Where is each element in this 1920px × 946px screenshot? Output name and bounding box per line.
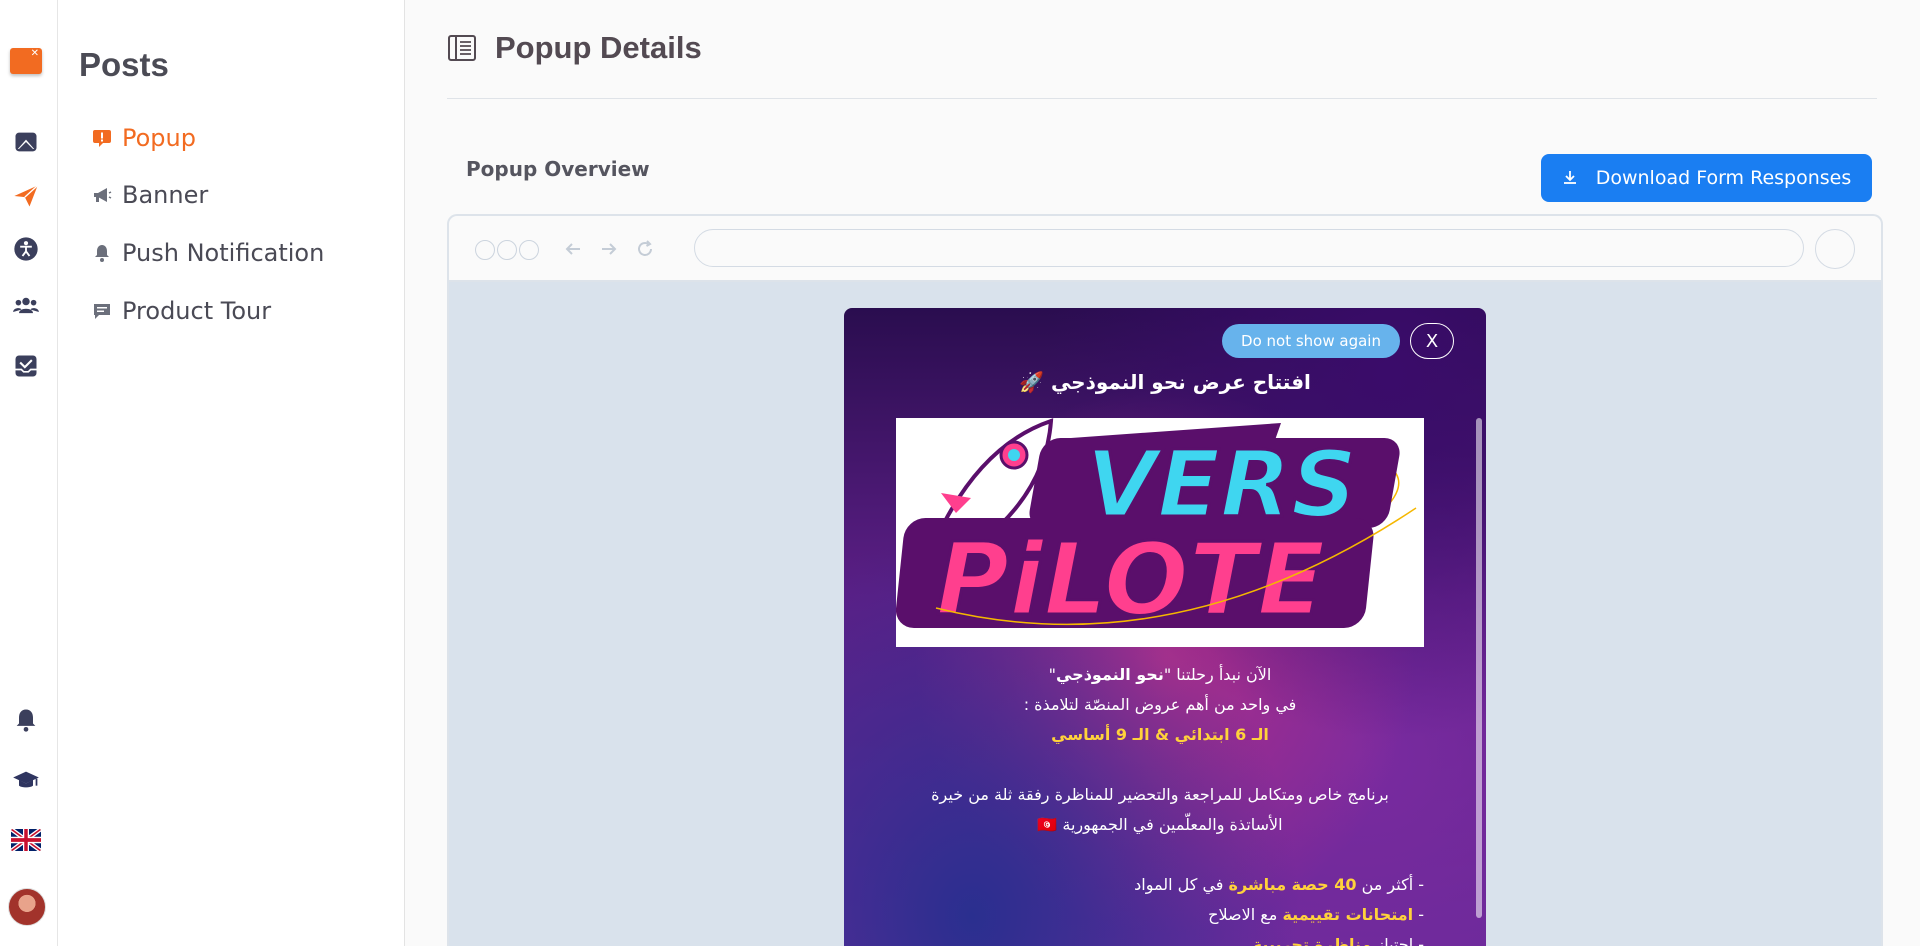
- chat-icon: [94, 304, 110, 319]
- popup-line-5: الأساتذة والمعلّمين في الجمهورية 🇹🇳: [1037, 815, 1283, 834]
- popup-line-4: برنامج خاص ومتكامل للمراجعة والتحضير للم…: [931, 785, 1389, 804]
- popup-list-item-1: - أكثر من 40 حصة مباشرة في كل المواد: [896, 870, 1424, 900]
- page-header: Popup Details: [447, 30, 702, 66]
- media-icon[interactable]: [0, 122, 52, 162]
- sidebar-title: Posts: [79, 46, 169, 83]
- bell-icon: [95, 245, 109, 262]
- popup-body: الآن نبدأ رحلتنا "نحو النموذجي" في واحد …: [896, 660, 1424, 946]
- text-highlight: مناظرة تجريبية: [1252, 935, 1372, 946]
- send-icon[interactable]: [0, 176, 52, 216]
- download-button-label: Download Form Responses: [1595, 167, 1852, 189]
- main-content: Popup Details Popup Overview Download Fo…: [405, 0, 1920, 946]
- popup-close-button[interactable]: X: [1410, 323, 1454, 359]
- window-dot: [475, 240, 495, 260]
- accessibility-icon[interactable]: [0, 229, 52, 269]
- popup-line-3: الـ 6 ابتدائي & الـ 9 أساسي: [1051, 725, 1269, 744]
- page-title: Popup Details: [495, 30, 702, 65]
- download-icon: [1563, 171, 1576, 184]
- download-form-responses-button[interactable]: Download Form Responses: [1541, 154, 1872, 202]
- url-bar[interactable]: [694, 229, 1804, 267]
- browser-menu-button[interactable]: [1815, 229, 1855, 269]
- sidebar-item-label: Banner: [122, 181, 209, 209]
- back-arrow-icon[interactable]: [559, 235, 587, 263]
- overview-title: Popup Overview: [466, 157, 650, 181]
- sidebar-item-label: Product Tour: [122, 297, 272, 325]
- refresh-icon[interactable]: [631, 235, 659, 263]
- popup-line-1: الآن نبدأ رحلتنا "نحو النموذجي": [896, 660, 1424, 690]
- document-list-icon: [448, 35, 476, 61]
- popup-list-item-3: - اجتياز مناظرة تجريبية: [896, 930, 1424, 946]
- icon-rail: ✕: [0, 0, 58, 946]
- notifications-bell-icon[interactable]: [0, 700, 52, 740]
- text-highlight: 40 حصة مباشرة: [1228, 875, 1357, 894]
- do-not-show-again-button[interactable]: Do not show again: [1222, 324, 1400, 358]
- vers-pilote-banner-image: VERS PiLOTE: [896, 418, 1424, 647]
- popup-scrollbar[interactable]: [1476, 418, 1482, 918]
- sidebar-item-product-tour[interactable]: Product Tour: [92, 291, 271, 331]
- sidebar-item-push-notification[interactable]: Push Notification: [92, 233, 324, 273]
- sidebar-item-label: Popup: [122, 124, 196, 152]
- text-fragment: ": [1048, 665, 1056, 684]
- popup-line-2: في واحد من أهم عروض المنصّة لتلامذة :: [1023, 695, 1297, 714]
- browser-toolbar: [449, 216, 1881, 282]
- window-dot: [497, 240, 517, 260]
- app-logo-icon[interactable]: ✕: [10, 48, 42, 74]
- sidebar-item-label: Push Notification: [122, 239, 325, 267]
- popup-title: افتتاح عرض نحو النموذجي 🚀: [1019, 370, 1311, 394]
- text-fragment: - اجتياز: [1371, 935, 1424, 946]
- text-fragment: في كل المواد: [1134, 875, 1229, 894]
- text-fragment: -: [1413, 905, 1424, 924]
- sidebar-item-popup[interactable]: Popup: [92, 118, 196, 158]
- graduation-cap-icon[interactable]: [0, 761, 52, 801]
- browser-preview: Do not show again X افتتاح عرض نحو النمو…: [447, 214, 1883, 946]
- window-dot: [519, 240, 539, 260]
- text-highlight: امتحانات تقييمية: [1282, 905, 1414, 924]
- sidebar-item-banner[interactable]: Banner: [92, 175, 208, 215]
- text-fragment: - أكثر من: [1356, 875, 1424, 894]
- inbox-icon[interactable]: [0, 346, 52, 386]
- alert-icon: [93, 130, 111, 147]
- popup-list-item-2: - امتحانات تقييمية مع الاصلاح: [896, 900, 1424, 930]
- users-icon[interactable]: [0, 285, 52, 325]
- popup-preview: Do not show again X افتتاح عرض نحو النمو…: [844, 308, 1486, 946]
- header-divider: [447, 98, 1877, 99]
- text-fragment: مع الاصلاح: [1208, 905, 1283, 924]
- megaphone-icon: [94, 188, 112, 202]
- text-bold: نحو النموذجي: [1055, 665, 1164, 684]
- sidebar: Posts Popup Banner Push Notification Pro…: [58, 0, 405, 946]
- forward-arrow-icon[interactable]: [595, 235, 623, 263]
- user-avatar[interactable]: [8, 888, 46, 926]
- text-fragment: الآن نبدأ رحلتنا ": [1163, 665, 1272, 684]
- uk-flag-icon[interactable]: [11, 829, 41, 851]
